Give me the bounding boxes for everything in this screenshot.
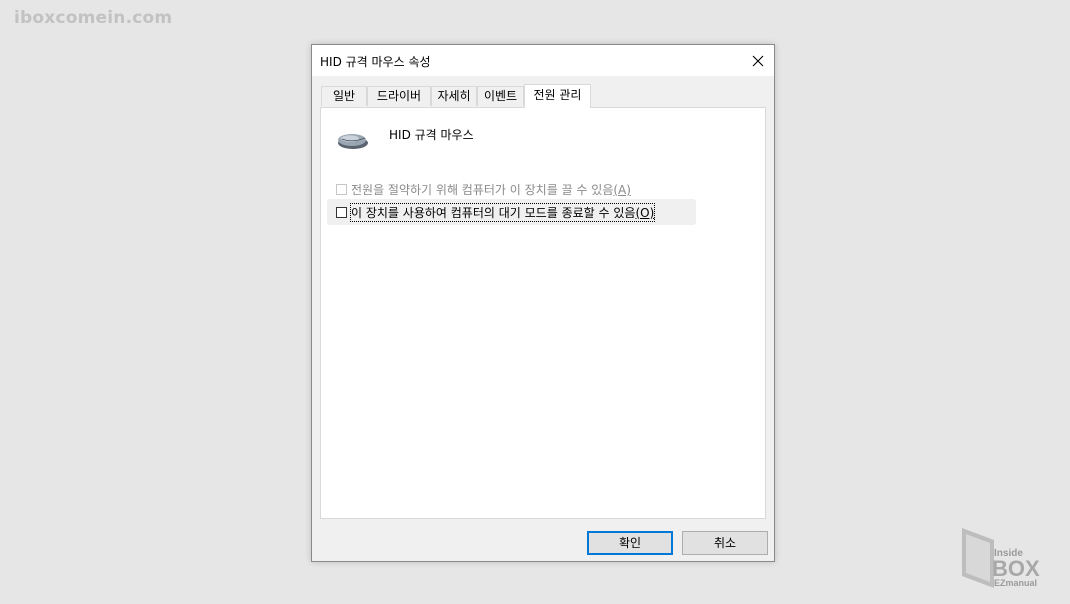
allow-wake-label: 이 장치를 사용하여 컴퓨터의 대기 모드를 종료할 수 있음: [351, 205, 636, 220]
device-name: HID 규격 마우스: [389, 128, 474, 142]
device-properties-dialog: HID 규격 마우스 속성 일반 드라이버 자세히 이벤트 전원 관리 HID …: [311, 44, 775, 562]
cancel-button[interactable]: 취소: [682, 531, 768, 555]
insidebox-logo: Inside BOX EZmanual: [962, 528, 1040, 588]
allow-power-off-label: 전원을 절약하기 위해 컴퓨터가 이 장치를 끌 수 있음: [351, 182, 614, 197]
tab-events[interactable]: 이벤트: [477, 86, 524, 106]
logo-line3: EZmanual: [994, 578, 1037, 588]
power-management-panel: HID 규격 마우스 전원을 절약하기 위해 컴퓨터가 이 장치를 끌 수 있음…: [320, 107, 766, 519]
dialog-title: HID 규격 마우스 속성: [320, 55, 431, 69]
allow-power-off-checkbox: [336, 183, 347, 195]
allow-wake-option[interactable]: 이 장치를 사용하여 컴퓨터의 대기 모드를 종료할 수 있음(O): [327, 199, 696, 225]
tab-details[interactable]: 자세히: [431, 86, 477, 106]
close-icon: [752, 55, 764, 66]
title-bar: HID 규격 마우스 속성: [312, 45, 774, 76]
mouse-icon: [338, 134, 368, 149]
allow-power-off-accel: (A): [613, 182, 631, 197]
tab-power-management[interactable]: 전원 관리: [524, 84, 591, 108]
ok-button[interactable]: 확인: [587, 531, 673, 555]
tab-driver[interactable]: 드라이버: [367, 86, 431, 106]
tab-general[interactable]: 일반: [321, 86, 367, 106]
allow-wake-accel: (O): [635, 205, 655, 220]
allow-wake-checkbox[interactable]: [336, 206, 347, 218]
site-watermark: iboxcomein.com: [14, 8, 173, 28]
close-button[interactable]: [742, 45, 774, 76]
